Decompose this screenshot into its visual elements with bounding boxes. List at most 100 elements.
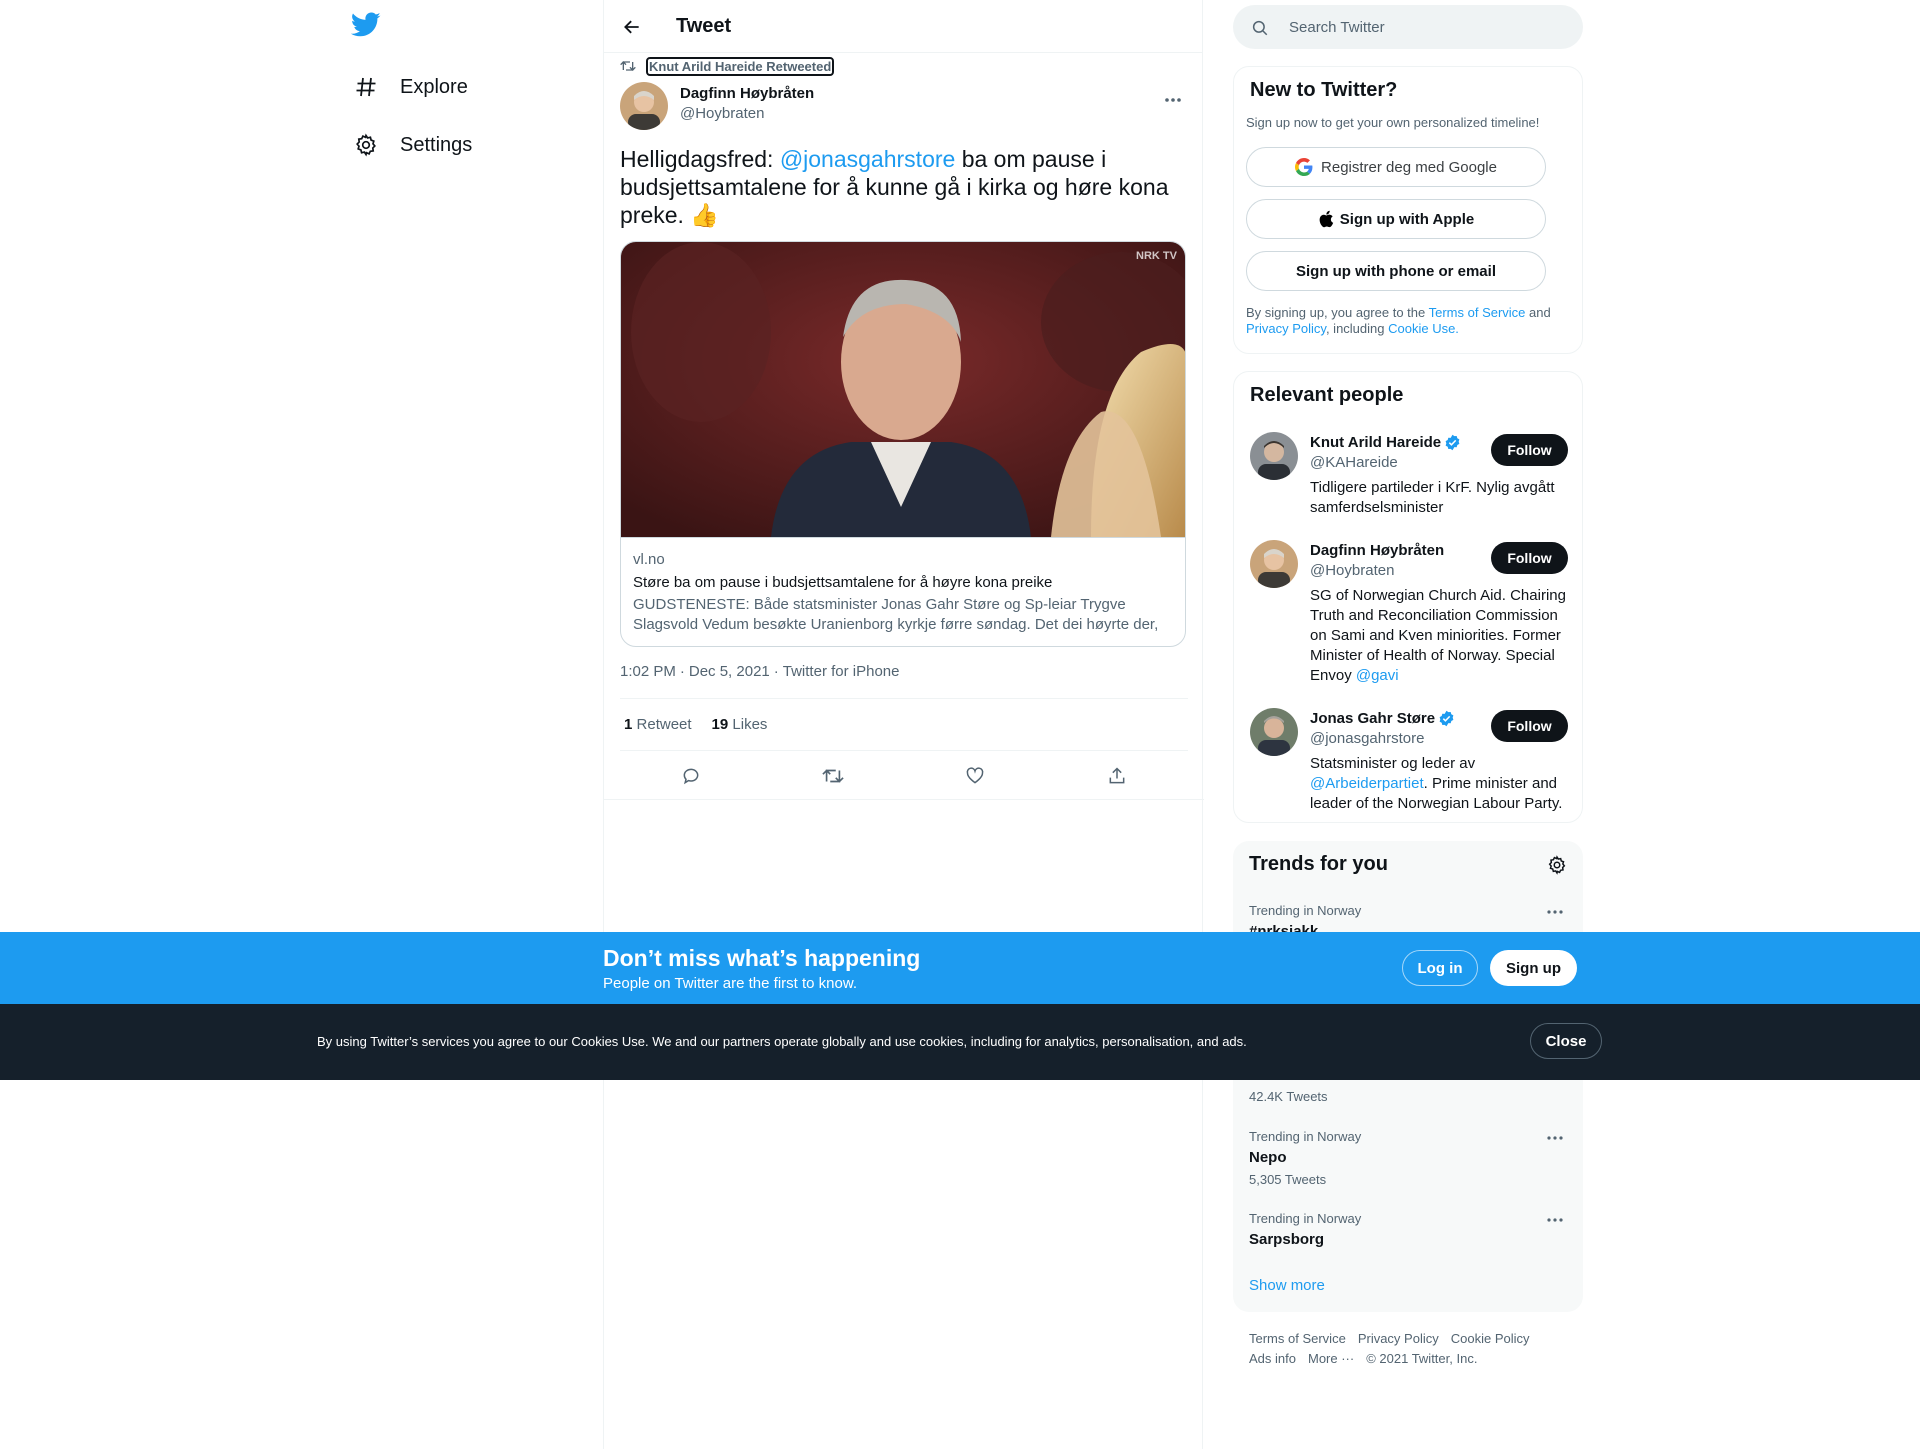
person-bio: Statsminister og leder av @Arbeiderparti…	[1310, 754, 1572, 814]
author-name[interactable]: Dagfinn Høybråten	[680, 85, 814, 102]
divider	[620, 750, 1188, 751]
google-signup-button[interactable]: Registrer deg med Google	[1246, 147, 1546, 187]
trend-item[interactable]: Trending in Norway Sarpsborg	[1249, 1211, 1567, 1248]
trend-more-button[interactable]	[1543, 1129, 1567, 1147]
like-button[interactable]	[957, 762, 993, 790]
person-bio: Tidligere partileder i KrF. Nylig avgått…	[1310, 479, 1555, 516]
cookie-use-link[interactable]: Cookie Use.	[1388, 321, 1459, 336]
search-input[interactable]	[1289, 5, 1559, 49]
person-name[interactable]: Jonas Gahr Støre	[1310, 710, 1455, 727]
verified-badge-icon	[1439, 710, 1454, 727]
more-icon	[1547, 910, 1563, 914]
terms-link[interactable]: Terms of Service	[1429, 305, 1526, 320]
trend-more-button[interactable]	[1543, 1211, 1567, 1229]
phone-signup-button[interactable]: Sign up with phone or email	[1246, 251, 1546, 291]
cookie-consent-bar: By using Twitter’s services you agree to…	[0, 1004, 1920, 1080]
google-icon	[1295, 158, 1313, 176]
share-icon	[1109, 767, 1125, 784]
apple-signup-button[interactable]: Sign up with Apple	[1246, 199, 1546, 239]
gear-icon	[352, 131, 380, 159]
follow-button[interactable]: Follow	[1491, 542, 1568, 574]
trend-tweet-count: 42.4K Tweets	[1249, 1089, 1328, 1104]
nav-explore[interactable]: Explore	[352, 67, 468, 107]
retweets-count: 1	[624, 716, 633, 733]
signup-button[interactable]: Sign up	[1490, 950, 1577, 986]
new-to-twitter-box: New to Twitter? Sign up now to get your …	[1233, 66, 1583, 354]
trends-title: Trends for you	[1249, 853, 1388, 875]
relevant-people-title: Relevant people	[1250, 384, 1404, 406]
legal-text-1: By signing up, you agree to the	[1246, 305, 1429, 320]
trend-context: Trending in Norway	[1249, 903, 1362, 918]
show-more-link[interactable]: Show more	[1249, 1277, 1325, 1294]
more-icon	[1165, 98, 1181, 102]
footer-more-link[interactable]: More ···	[1308, 1351, 1354, 1366]
bio-mention-link[interactable]: @gavi	[1356, 667, 1399, 684]
tweet-text: Helligdagsfred: @jonasgahrstore ba om pa…	[620, 145, 1190, 229]
footer-privacy-link[interactable]: Privacy Policy	[1358, 1331, 1439, 1346]
link-card[interactable]: NRK TV vl.no Støre ba om pause i budsjet…	[620, 241, 1186, 647]
trends-settings-button[interactable]	[1547, 855, 1567, 880]
follow-button[interactable]: Follow	[1491, 710, 1568, 742]
twitter-logo-icon[interactable]	[350, 12, 381, 42]
retweeted-by-link[interactable]: Knut Arild Hareide Retweeted	[645, 56, 835, 76]
footer-terms-link[interactable]: Terms of Service	[1249, 1331, 1346, 1346]
nav-settings[interactable]: Settings	[352, 125, 472, 165]
reply-icon	[683, 768, 699, 785]
tweet-author: Dagfinn Høybråten @Hoybraten	[620, 82, 1188, 130]
signup-banner: Don’t miss what’s happening People on Tw…	[0, 932, 1920, 1004]
mention-link[interactable]: @jonasgahrstore	[780, 146, 956, 172]
retweet-icon	[620, 58, 640, 74]
author-handle[interactable]: @Hoybraten	[680, 105, 764, 122]
heart-icon	[966, 767, 984, 784]
close-cookie-button[interactable]: Close	[1530, 1023, 1602, 1059]
tweet-source[interactable]: Twitter for iPhone	[783, 663, 900, 680]
divider	[620, 698, 1188, 699]
person-handle: @KAHareide	[1310, 454, 1398, 471]
privacy-link[interactable]: Privacy Policy	[1246, 321, 1326, 336]
apple-icon	[1319, 210, 1333, 228]
bio-mention-link[interactable]: @Arbeiderpartiet	[1310, 775, 1424, 792]
banner-headline: Don’t miss what’s happening	[603, 945, 921, 971]
meta-separator: ·	[773, 663, 779, 680]
person-name-text: Jonas Gahr Støre	[1310, 710, 1436, 727]
trend-item[interactable]: 42.4K Tweets	[1249, 1089, 1567, 1104]
person-name[interactable]: Dagfinn Høybråten	[1310, 542, 1444, 559]
retweets-stat[interactable]: 1 Retweet	[624, 716, 692, 733]
tweet-date[interactable]: Dec 5, 2021	[689, 663, 770, 680]
footer-ads-link[interactable]: Ads info	[1249, 1351, 1296, 1366]
search-icon	[1251, 19, 1269, 42]
verified-badge-icon	[1445, 434, 1460, 451]
card-title: Støre ba om pause i budsjettsamtalene fo…	[633, 574, 1053, 591]
more-icon	[1547, 1218, 1563, 1222]
card-image: NRK TV	[621, 242, 1185, 537]
avatar[interactable]	[620, 82, 668, 130]
more-icon	[1547, 1136, 1563, 1140]
person-bio-text: Statsminister og leder av	[1310, 755, 1476, 772]
nav-settings-label: Settings	[400, 133, 473, 156]
follow-button[interactable]: Follow	[1491, 434, 1568, 466]
reply-button[interactable]	[673, 762, 709, 790]
search-box[interactable]	[1233, 5, 1583, 49]
trend-tweet-count: 5,305 Tweets	[1249, 1172, 1327, 1187]
gear-icon	[1548, 855, 1566, 875]
meta-separator: ·	[679, 663, 685, 680]
avatar[interactable]	[1250, 432, 1298, 480]
tweet-stats: 1 Retweet 19 Likes	[624, 716, 767, 733]
more-options-button[interactable]	[1158, 90, 1188, 110]
tweet-time[interactable]: 1:02 PM	[620, 663, 676, 680]
page-title: Tweet	[676, 15, 732, 37]
retweet-button[interactable]	[815, 762, 851, 790]
footer-cookie-link[interactable]: Cookie Policy	[1451, 1331, 1530, 1346]
back-button[interactable]	[616, 11, 648, 43]
trend-more-button[interactable]	[1543, 903, 1567, 921]
login-button[interactable]: Log in	[1402, 950, 1478, 986]
divider	[604, 799, 1204, 800]
trend-item[interactable]: Trending in Norway Nepo 5,305 Tweets	[1249, 1129, 1567, 1187]
person-handle: @Hoybraten	[1310, 562, 1395, 579]
person-name[interactable]: Knut Arild Hareide	[1310, 434, 1461, 451]
likes-stat[interactable]: 19 Likes	[712, 716, 768, 733]
avatar[interactable]	[1250, 708, 1298, 756]
share-button[interactable]	[1099, 762, 1135, 790]
legal-text-3: , including	[1325, 321, 1389, 336]
avatar[interactable]	[1250, 540, 1298, 588]
